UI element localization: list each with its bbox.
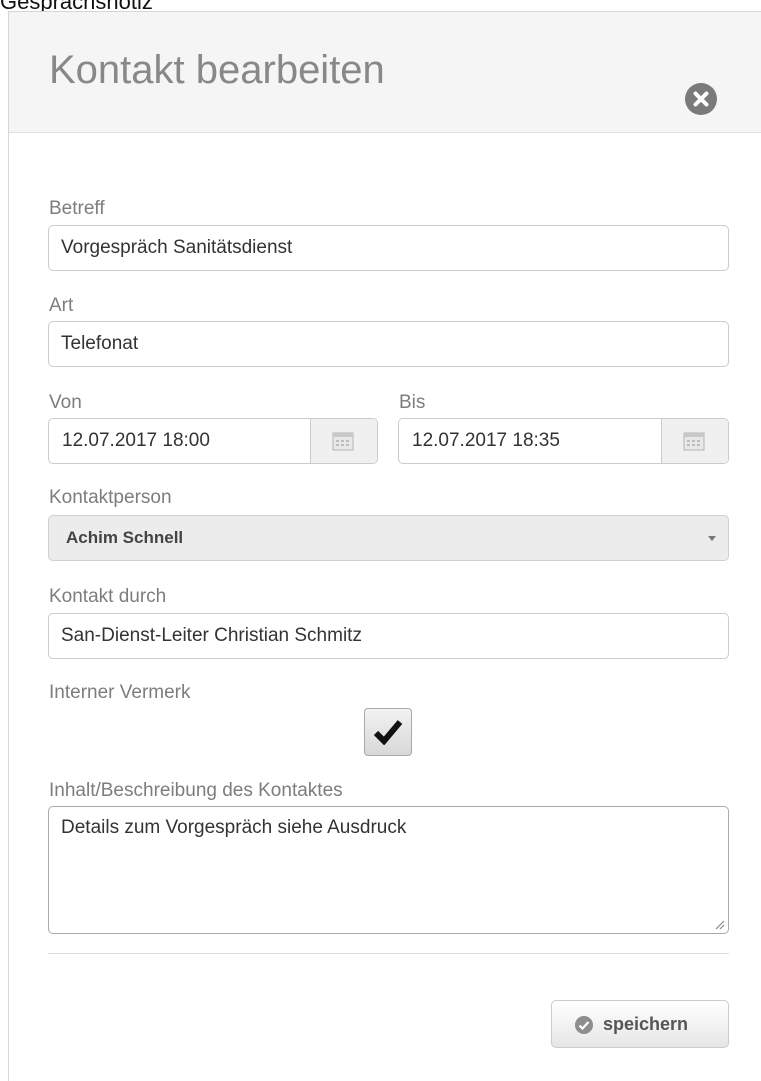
kontaktperson-value: Achim Schnell [66, 528, 184, 547]
von-label: Von [49, 392, 82, 413]
von-datetime-field[interactable]: 12.07.2017 18:00 [48, 418, 378, 464]
resize-grip-icon[interactable] [714, 919, 725, 930]
close-button[interactable] [685, 83, 717, 115]
save-button-label: speichern [603, 1014, 689, 1034]
inhalt-text: Details zum Vorgespräch siehe Ausdruck [61, 817, 407, 838]
art-input[interactable]: Telefonat [48, 321, 729, 367]
calendar-icon [332, 432, 354, 451]
interner-vermerk-checkbox[interactable] [364, 708, 412, 756]
von-calendar-button[interactable] [310, 419, 377, 463]
dialog-header: Kontakt bearbeiten [9, 12, 761, 133]
checkmark-icon [374, 720, 402, 745]
kontaktperson-select[interactable]: Achim Schnell [48, 515, 729, 561]
bis-label: Bis [399, 392, 426, 413]
caret-down-icon [708, 536, 716, 541]
von-datetime-value: 12.07.2017 18:00 [62, 430, 210, 451]
inhalt-textarea[interactable]: Details zum Vorgespräch siehe Ausdruck [48, 806, 729, 934]
save-button[interactable]: speichern [551, 1000, 729, 1048]
close-circle-icon [693, 91, 709, 107]
bis-datetime-value: 12.07.2017 18:35 [412, 430, 560, 451]
bis-datetime-field[interactable]: 12.07.2017 18:35 [398, 418, 729, 464]
edit-contact-dialog: Kontakt bearbeiten Betreff Vorgespräch S… [8, 11, 761, 1081]
calendar-icon [683, 432, 705, 451]
betreff-label: Betreff [49, 198, 105, 219]
betreff-input[interactable]: Vorgespräch Sanitätsdienst [48, 225, 729, 271]
art-label: Art [49, 295, 74, 316]
footer-divider [48, 953, 729, 954]
dialog-title: Kontakt bearbeiten [49, 48, 385, 92]
inhalt-label: Inhalt/Beschreibung des Kontaktes [49, 780, 343, 801]
bis-calendar-button[interactable] [661, 419, 728, 463]
check-circle-icon [575, 1016, 593, 1034]
kontaktperson-label: Kontaktperson [49, 487, 172, 508]
kontakt-durch-input[interactable]: San-Dienst-Leiter Christian Schmitz [48, 613, 729, 659]
interner-vermerk-label: Interner Vermerk [49, 682, 191, 703]
kontakt-durch-label: Kontakt durch [49, 586, 167, 607]
